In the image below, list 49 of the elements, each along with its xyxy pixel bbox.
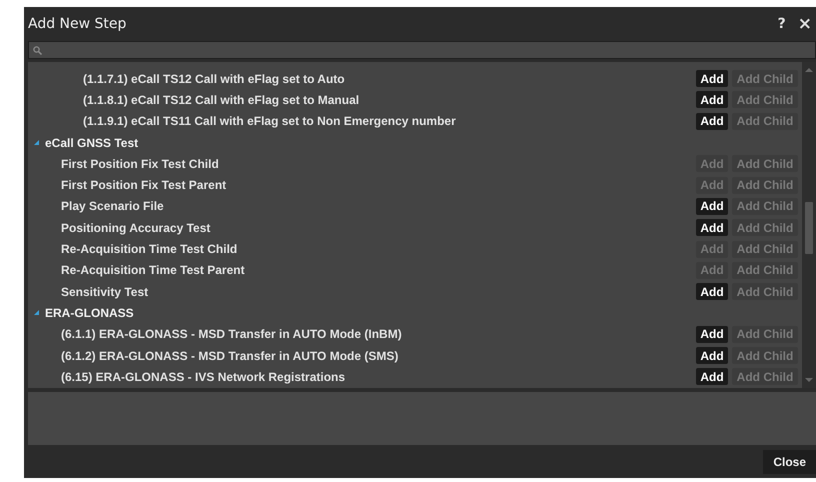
- scrollbar[interactable]: [802, 62, 816, 388]
- add-child-button[interactable]: Add Child: [732, 70, 798, 88]
- expand-arrow-icon[interactable]: [34, 140, 39, 146]
- add-child-button[interactable]: Add Child: [732, 155, 798, 172]
- add-child-button[interactable]: Add Child: [732, 326, 798, 343]
- add-child-button[interactable]: Add Child: [732, 91, 798, 108]
- add-child-button[interactable]: Add Child: [732, 262, 798, 279]
- step-label: (6.1.1) ERA-GLONASS - MSD Transfer in AUTO Mode (InBM): [61, 327, 403, 342]
- add-child-button[interactable]: Add Child: [732, 176, 798, 194]
- step-label: Re-Acquisition Time Test Child: [61, 242, 238, 256]
- step-label: Positioning Accuracy Test: [61, 220, 212, 235]
- step-label: Sensitivity Test: [61, 284, 150, 299]
- close-dialog-button[interactable]: Close: [763, 450, 816, 474]
- help-button[interactable]: ?: [772, 16, 792, 32]
- step-label: Play Scenario File: [61, 199, 165, 214]
- step-label: (1.1.7.1) eCall TS12 Call with eFlag set to Auto: [83, 72, 346, 86]
- add-button[interactable]: Add: [696, 347, 728, 364]
- search-field[interactable]: [28, 41, 816, 59]
- close-button[interactable]: ×: [792, 14, 816, 34]
- add-button[interactable]: Add: [696, 112, 728, 130]
- scroll-down-icon[interactable]: [805, 378, 813, 382]
- add-child-button[interactable]: Add Child: [732, 112, 798, 130]
- step-label: (6.1.2) ERA-GLONASS - MSD Transfer in AUTO Mode (SMS): [61, 348, 400, 362]
- step-label: Re-Acquisition Time Test Parent: [61, 263, 246, 278]
- add-button[interactable]: Add: [696, 70, 728, 88]
- window-title: Add New Step: [28, 16, 128, 32]
- add-child-button[interactable]: Add Child: [732, 240, 798, 258]
- add-child-button[interactable]: Add Child: [732, 198, 798, 215]
- step-label: First Position Fix Test Parent: [61, 178, 228, 192]
- add-button[interactable]: Add: [696, 219, 728, 236]
- step-label: First Position Fix Test Child: [61, 156, 220, 171]
- add-child-button[interactable]: Add Child: [732, 283, 798, 300]
- add-child-button[interactable]: Add Child: [732, 219, 798, 236]
- add-child-button[interactable]: Add Child: [732, 347, 798, 364]
- add-button[interactable]: Add: [696, 326, 728, 343]
- step-label: (6.15) ERA-GLONASS - IVS Network Registrations: [61, 370, 346, 384]
- step-label: (1.1.8.1) eCall TS12 Call with eFlag set to Manual: [83, 92, 360, 107]
- group-label: ERA-GLONASS: [45, 306, 134, 320]
- add-child-button[interactable]: Add Child: [732, 368, 798, 386]
- add-button[interactable]: Add: [696, 368, 728, 386]
- add-button[interactable]: Add: [696, 198, 728, 215]
- step-label: (1.1.9.1) eCall TS11 Call with eFlag set to Non Emergency number: [83, 114, 457, 128]
- expand-arrow-icon[interactable]: [34, 310, 39, 316]
- search-icon: [33, 46, 42, 54]
- add-button[interactable]: Add: [696, 283, 728, 300]
- add-button[interactable]: Add: [696, 91, 728, 108]
- group-label: eCall GNSS Test: [45, 136, 138, 150]
- scroll-up-icon[interactable]: [805, 68, 813, 72]
- scrollbar-thumb[interactable]: [805, 202, 813, 254]
